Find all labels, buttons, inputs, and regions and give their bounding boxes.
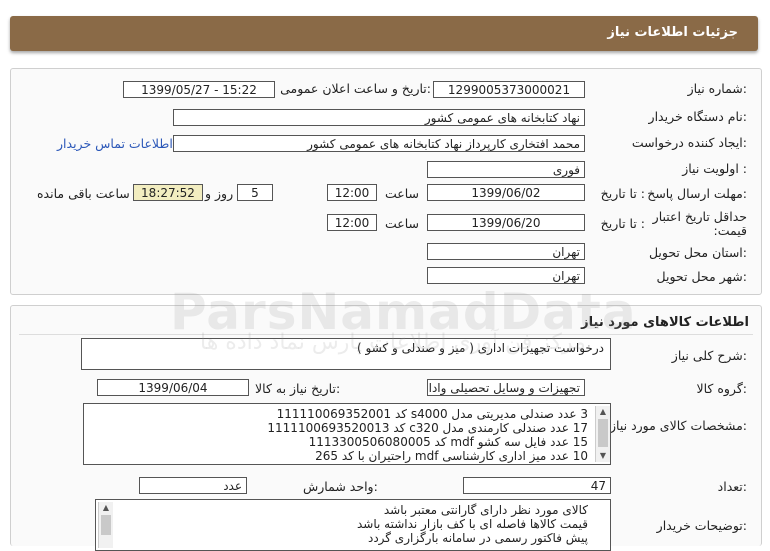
buyer-org-field: نهاد کتابخانه های عمومی کشور xyxy=(173,109,585,126)
specs-scrollbar[interactable]: ▲ ▼ xyxy=(595,406,610,462)
quantity-field: 47 xyxy=(463,477,611,494)
announce-field: 1399/05/27 - 15:22 xyxy=(123,81,275,98)
unit-field: عدد xyxy=(139,477,247,494)
validity-until-label: تا تاریخ : xyxy=(600,216,645,231)
spec-line: 3 عدد صندلی مدیریتی مدل s4000 کد 1111100… xyxy=(276,407,588,421)
group-label: گروه کالا: xyxy=(696,381,747,396)
validity-label: حداقل تاریخ اعتبار قیمت: xyxy=(652,209,747,238)
validity-date-field: 1399/06/20 xyxy=(427,214,585,231)
contact-info-link[interactable]: اطلاعات تماس خریدار xyxy=(57,136,173,151)
deadline-date-field: 1399/06/02 xyxy=(427,184,585,201)
announce-label: تاریخ و ساعت اعلان عمومی: xyxy=(280,81,431,96)
watermark-subtitle: مرکز فن آوری اطلاعات پارس نماد داده ها xyxy=(200,330,586,355)
city-field: تهران xyxy=(427,267,585,284)
requester-label: ایجاد کننده درخواست: xyxy=(631,135,747,150)
spec-line: 10 عدد میز اداری کارشناسی mdf راحتیران ب… xyxy=(315,449,588,463)
need-date-label: تاریخ نیاز به کالا: xyxy=(255,381,341,396)
remaining-time-field: 18:27:52 xyxy=(133,184,203,201)
need-info-panel: شماره نیاز: 1299005373000021 تاریخ و ساع… xyxy=(10,68,762,295)
scroll-up-icon[interactable]: ▲ xyxy=(99,502,113,514)
city-label: شهر محل تحویل: xyxy=(656,269,747,284)
requester-field: محمد افتخاری کارپرداز نهاد کتابخانه های … xyxy=(173,135,585,152)
group-field: تجهیزات و وسایل تحصیلی واداری xyxy=(427,379,585,396)
deadline-time-field: 12:00 xyxy=(327,184,377,201)
scroll-down-icon[interactable]: ▼ xyxy=(596,450,610,462)
buyer-notes-label: توضیحات خریدار: xyxy=(656,518,747,533)
need-date-field: 1399/06/04 xyxy=(97,379,249,396)
spec-line: 15 عدد فایل سه کشو mdf کد 11133005060800… xyxy=(308,435,588,449)
buyer-org-label: نام دستگاه خریدار: xyxy=(648,109,747,124)
spec-line: 17 عدد صندلی کارمندی مدل c320 کد 1111100… xyxy=(267,421,588,435)
scroll-up-icon[interactable]: ▲ xyxy=(596,406,610,418)
deadline-time-label: ساعت xyxy=(385,186,420,201)
note-line: قیمت کالاها فاصله ای با کف بازار نداشته … xyxy=(357,517,588,531)
specs-field[interactable]: 3 عدد صندلی مدیریتی مدل s4000 کد 1111100… xyxy=(83,403,611,465)
unit-label: واحد شمارش: xyxy=(303,479,378,494)
notes-scrollbar[interactable]: ▲ xyxy=(98,502,113,548)
need-number-field: 1299005373000021 xyxy=(433,81,585,98)
note-line: پیش فاکتور رسمی در سامانه بارگزاری گردد xyxy=(367,531,588,545)
validity-time-field: 12:00 xyxy=(327,214,377,231)
scroll-thumb[interactable] xyxy=(101,515,111,535)
specs-label: مشخصات کالای مورد نیاز: xyxy=(610,418,747,433)
desc-label: شرح کلی نیاز: xyxy=(671,348,747,363)
need-number-label: شماره نیاز: xyxy=(687,81,747,96)
remaining-label: ساعت باقی مانده xyxy=(37,186,130,201)
priority-field: فوری xyxy=(427,161,585,178)
scroll-thumb[interactable] xyxy=(598,419,608,447)
days-field: 5 xyxy=(237,184,273,201)
days-label: روز و xyxy=(205,186,234,201)
deadline-label: مهلت ارسال پاسخ: xyxy=(647,186,747,201)
page-header: جزئیات اطلاعات نیاز xyxy=(10,16,758,51)
page-title: جزئیات اطلاعات نیاز xyxy=(607,25,738,40)
priority-label: اولویت نیاز : xyxy=(682,161,747,176)
note-line: کالای مورد نظر دارای گارانتی معتبر باشد xyxy=(383,503,588,517)
province-label: استان محل تحویل: xyxy=(648,245,747,260)
deadline-until-label: تا تاریخ : xyxy=(600,186,645,201)
validity-time-label: ساعت xyxy=(385,216,420,231)
province-field: تهران xyxy=(427,243,585,260)
quantity-label: تعداد: xyxy=(717,479,747,494)
buyer-notes-field[interactable]: کالای مورد نظر دارای گارانتی معتبر باشد … xyxy=(95,499,611,551)
